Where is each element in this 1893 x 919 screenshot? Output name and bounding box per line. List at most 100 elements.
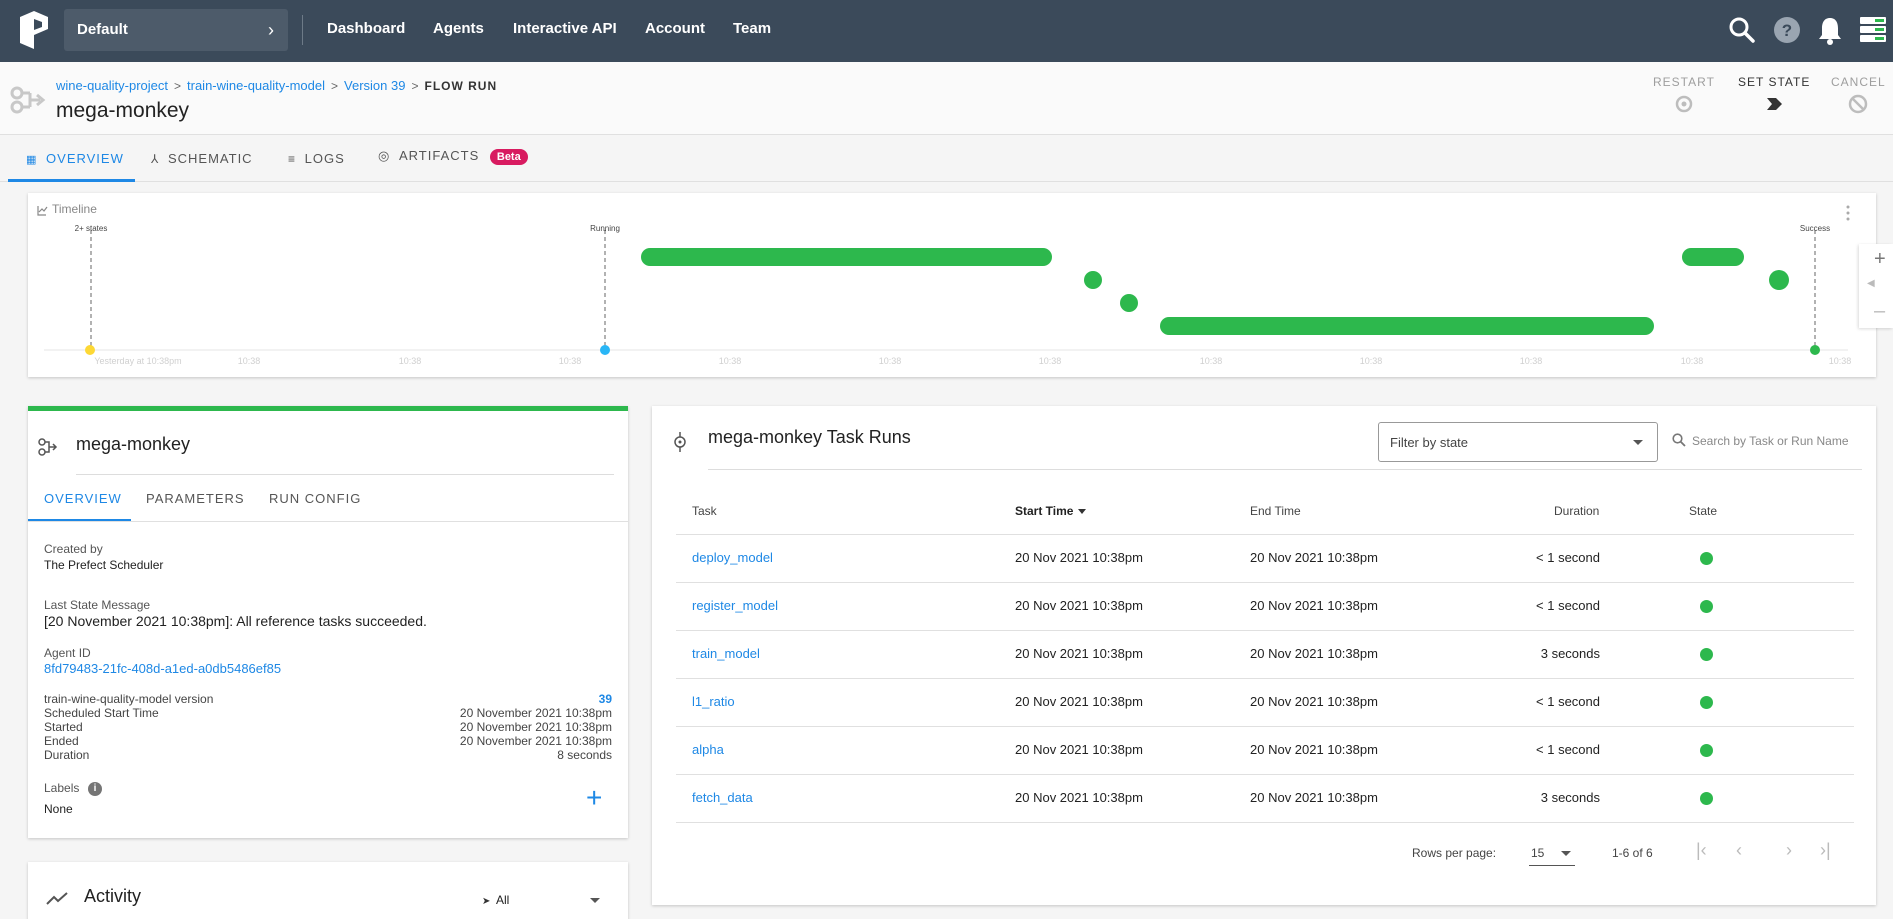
activity-filter-select[interactable]: ➤ All <box>482 892 612 912</box>
last-page-icon[interactable]: ›| <box>1820 840 1831 861</box>
zoom-out-icon[interactable]: – <box>1874 300 1885 323</box>
state-success-dot[interactable] <box>1700 696 1713 709</box>
column-task[interactable]: Task <box>692 504 717 518</box>
state-flag-icon: ➤ <box>482 896 491 907</box>
rows-per-page-select[interactable]: 15 <box>1529 840 1575 866</box>
server-status-icon[interactable] <box>1859 15 1887 45</box>
next-page-icon[interactable]: › <box>1786 840 1792 861</box>
axis-tick-label: 10:38 <box>1360 356 1383 366</box>
timeline-task-bar[interactable] <box>1682 248 1744 266</box>
timeline-task-dot[interactable] <box>1120 294 1138 312</box>
tab-overview[interactable]: ▦ OVERVIEW <box>26 151 124 166</box>
breadcrumb-project[interactable]: wine-quality-project <box>56 78 168 93</box>
subtab-parameters[interactable]: PARAMETERS <box>146 491 245 506</box>
zoom-in-icon[interactable]: + <box>1874 248 1886 271</box>
state-dot-running[interactable] <box>600 345 610 355</box>
cancel-button[interactable]: CANCEL <box>1831 75 1886 115</box>
task-name-link[interactable]: train_model <box>692 646 760 661</box>
tab-logs[interactable]: ≡ LOGS <box>288 151 345 166</box>
column-state[interactable]: State <box>1689 504 1717 518</box>
end-time-cell: 20 Nov 2021 10:38pm <box>1250 598 1378 613</box>
subtab-overview[interactable]: OVERVIEW <box>44 491 122 506</box>
breadcrumb: wine-quality-project > train-wine-quality-… <box>56 78 497 93</box>
start-time-cell: 20 Nov 2021 10:38pm <box>1015 790 1143 805</box>
start-time-cell: 20 Nov 2021 10:38pm <box>1015 598 1143 613</box>
tab-artifacts[interactable]: ◎ ARTIFACTS Beta <box>378 148 528 165</box>
state-success-dot[interactable] <box>1700 600 1713 613</box>
state-success-dot[interactable] <box>1700 744 1713 757</box>
help-icon[interactable]: ? <box>1773 15 1801 45</box>
filter-by-state-select[interactable]: Filter by state <box>1378 422 1658 462</box>
set-state-button[interactable]: SET STATE <box>1738 75 1810 115</box>
first-page-icon[interactable]: |‹ <box>1696 840 1707 861</box>
active-tab-indicator <box>8 179 135 182</box>
info-icon[interactable]: i <box>88 782 102 796</box>
column-duration[interactable]: Duration <box>1554 504 1599 518</box>
breadcrumb-flow[interactable]: train-wine-quality-model <box>187 78 325 93</box>
restart-icon <box>1675 95 1693 113</box>
tab-schematic[interactable]: ⅄ SCHEMATIC <box>151 151 253 166</box>
flow-run-details-card: mega-monkey OVERVIEW PARAMETERS RUN CONF… <box>28 406 628 838</box>
breadcrumb-separator: > <box>411 79 419 93</box>
task-search-input[interactable] <box>1692 426 1862 456</box>
subtab-run-config[interactable]: RUN CONFIG <box>269 491 361 506</box>
agent-id-link[interactable]: 8fd79483-21fc-408d-a1ed-a0db5486ef85 <box>44 661 281 676</box>
nav-dashboard[interactable]: Dashboard <box>327 20 405 37</box>
state-dot-scheduled[interactable] <box>85 345 95 355</box>
search-icon[interactable] <box>1728 15 1756 45</box>
collapse-icon[interactable]: ◀ <box>1867 278 1875 289</box>
axis-tick-label: 10:38 <box>1039 356 1062 366</box>
timeline-title: Timeline <box>37 202 97 216</box>
axis-tick-label: 10:38 <box>879 356 902 366</box>
column-start-time[interactable]: Start Time <box>1015 504 1087 518</box>
version-link[interactable]: 39 <box>599 692 612 706</box>
prefect-logo[interactable] <box>20 11 48 49</box>
page-title: mega-monkey <box>56 99 190 122</box>
notification-bell-icon[interactable] <box>1817 15 1843 45</box>
beta-badge: Beta <box>489 149 528 165</box>
prev-page-icon[interactable]: ‹ <box>1736 840 1742 861</box>
restart-button[interactable]: RESTART <box>1653 75 1715 115</box>
column-end-time[interactable]: End Time <box>1250 504 1301 518</box>
start-time-cell: 20 Nov 2021 10:38pm <box>1015 742 1143 757</box>
nav-account[interactable]: Account <box>645 20 705 37</box>
duration-cell: < 1 second <box>1536 550 1600 565</box>
rows-per-page-label: Rows per page: <box>1412 846 1497 860</box>
nav-agents[interactable]: Agents <box>433 20 484 37</box>
timeline-axis-labels: Yesterday at 10:38pm 10:38 10:38 10:38 10:38… <box>94 356 1851 366</box>
detail-value: 20 November 2021 10:38pm <box>459 734 612 748</box>
breadcrumb-version[interactable]: Version 39 <box>344 78 405 93</box>
dropdown-caret-icon <box>590 898 600 903</box>
timeline-task-bar[interactable] <box>1160 317 1654 335</box>
nav-interactive-api[interactable]: Interactive API <box>513 20 617 37</box>
state-success-dot[interactable] <box>1700 552 1713 565</box>
timeline-zoom-controls: + ◀ – <box>1859 244 1893 328</box>
timeline-task-bar[interactable] <box>641 248 1052 266</box>
state-dot-success[interactable] <box>1810 345 1820 355</box>
cancel-label: CANCEL <box>1831 75 1886 89</box>
labels-value: None <box>44 802 73 816</box>
timeline-chart[interactable]: Timeline 2+ states Running Success Yeste… <box>28 193 1876 377</box>
last-state-message: [20 November 2021 10:38pm]: All referenc… <box>44 613 427 629</box>
state-success-dot[interactable] <box>1700 648 1713 661</box>
state-success-dot[interactable] <box>1700 792 1713 805</box>
axis-tick-label: 10:38 <box>1200 356 1223 366</box>
chevron-right-icon: › <box>268 20 274 40</box>
task-runs-card: mega-monkey Task Runs Filter by state Ta… <box>652 406 1876 905</box>
add-label-button[interactable]: + <box>586 784 602 812</box>
project-selector[interactable]: Default › <box>64 9 288 51</box>
timeline-task-dot[interactable] <box>1084 271 1102 289</box>
divider <box>76 474 614 475</box>
timeline-task-dot[interactable] <box>1769 270 1789 290</box>
detail-started: Started 20 November 2021 10:38pm <box>44 720 612 734</box>
task-name-link[interactable]: fetch_data <box>692 790 753 805</box>
task-name-link[interactable]: l1_ratio <box>692 694 735 709</box>
flow-run-tabs: ▦ OVERVIEW ⅄ SCHEMATIC ≡ LOGS ◎ ARTIFACT… <box>0 136 1893 182</box>
filter-placeholder: Filter by state <box>1390 435 1469 450</box>
axis-tick-label: 10:38 <box>1520 356 1543 366</box>
task-name-link[interactable]: register_model <box>692 598 778 613</box>
task-name-link[interactable]: alpha <box>692 742 724 757</box>
more-options-icon[interactable] <box>1846 205 1850 221</box>
nav-team[interactable]: Team <box>733 20 771 37</box>
task-name-link[interactable]: deploy_model <box>692 550 773 565</box>
